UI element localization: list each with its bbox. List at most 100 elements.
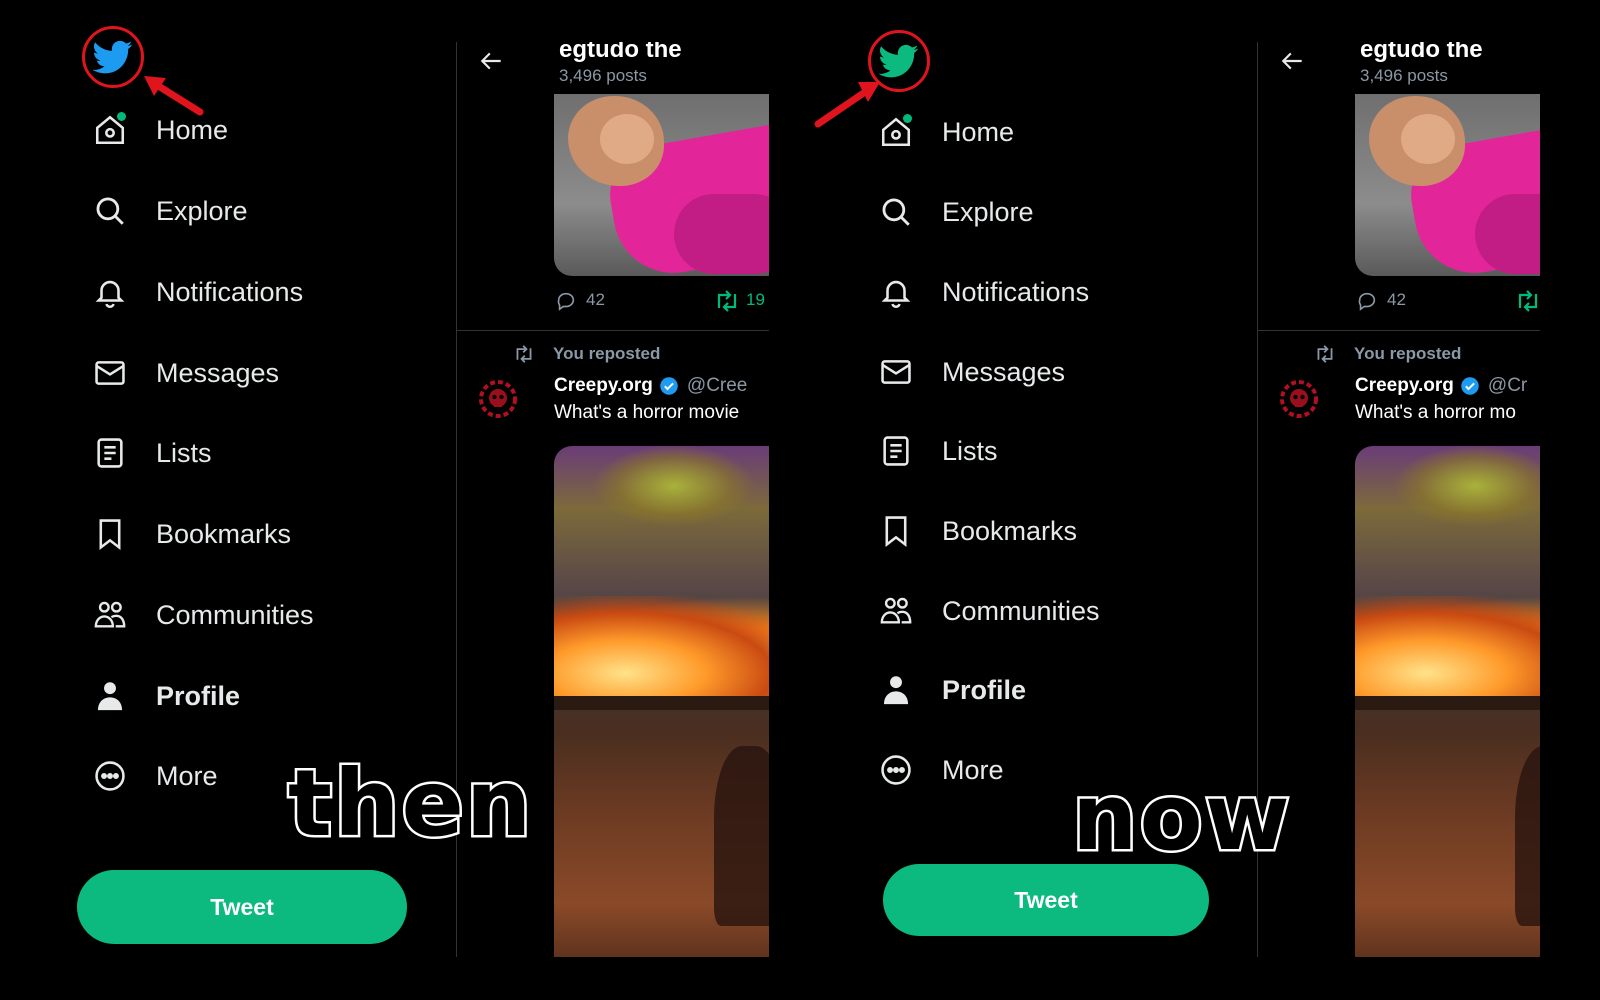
tweet-button[interactable]: Tweet	[883, 864, 1209, 936]
sidebar-item-explore[interactable]: Explore	[90, 181, 410, 241]
sidebar-item-label: Bookmarks	[156, 518, 292, 549]
sidebar-item-bookmarks[interactable]: Bookmarks	[90, 504, 410, 564]
sidebar-item-label: Communities	[156, 599, 314, 630]
sidebar-item-bookmarks[interactable]: Bookmarks	[876, 501, 1196, 561]
list-icon	[90, 433, 130, 473]
bell-icon	[90, 272, 130, 312]
sidebar-item-label: Explore	[156, 195, 248, 226]
author-name[interactable]: Creepy.org	[1355, 375, 1454, 397]
sidebar-item-label: Notifications	[156, 276, 304, 307]
sidebar-item-lists[interactable]: Lists	[876, 421, 1196, 481]
repost-indicator: You reposted	[1314, 342, 1461, 366]
overlay-word-now: now	[1070, 764, 1293, 871]
reply-icon[interactable]	[554, 290, 578, 312]
sidebar-item-lists[interactable]: Lists	[90, 423, 410, 483]
tweet-separator	[1258, 330, 1540, 331]
search-icon	[90, 191, 130, 231]
tweet-actions: 42 19	[554, 286, 769, 316]
tweet-separator	[457, 330, 769, 331]
sidebar-item-home[interactable]: Home	[876, 102, 1196, 162]
sidebar-item-label: Bookmarks	[942, 515, 1078, 546]
person-icon	[90, 676, 130, 716]
retweet-count: 19	[746, 290, 765, 309]
profile-name-header: egtudo the	[1360, 42, 1483, 63]
bookmark-icon	[876, 511, 916, 551]
image-sleeve-shadow	[674, 194, 769, 274]
avatar[interactable]	[475, 376, 521, 422]
sidebar-item-notifications[interactable]: Notifications	[876, 262, 1196, 322]
author-name[interactable]: Creepy.org	[554, 375, 653, 397]
sidebar-item-label: Notifications	[942, 276, 1090, 307]
post-count: 3,496 posts	[1360, 66, 1448, 85]
sidebar-item-communities[interactable]: Communities	[876, 581, 1196, 641]
sidebar-item-label: More	[156, 760, 218, 791]
reply-count: 42	[586, 290, 605, 309]
sidebar-item-label: Profile	[942, 674, 1027, 705]
reply-count: 42	[1387, 290, 1406, 309]
reply-icon[interactable]	[1355, 290, 1379, 312]
sidebar-item-label: Profile	[156, 680, 241, 711]
overlay-word-then: then	[285, 750, 534, 857]
tweet-media-image[interactable]	[1355, 94, 1540, 276]
sidebar-item-label: More	[942, 754, 1004, 785]
feed-header: egtudo the 3,496 posts	[457, 42, 769, 94]
bookmark-icon	[90, 514, 130, 554]
repost-text: You reposted	[553, 344, 661, 363]
retweet-icon[interactable]	[714, 290, 740, 312]
profile-name-header: egtudo the	[559, 42, 682, 63]
image-fire	[1355, 596, 1540, 706]
people-icon	[90, 595, 130, 635]
back-arrow-icon[interactable]	[1280, 48, 1306, 74]
more-circle-icon	[876, 750, 916, 790]
sidebar-item-label: Lists	[156, 437, 212, 468]
sidebar-item-label: Lists	[942, 435, 998, 466]
image-figure	[714, 746, 769, 926]
tweet-media-image[interactable]	[554, 94, 769, 276]
tweet-author: Creepy.org @Cree	[554, 372, 747, 400]
image-pier	[1355, 696, 1540, 710]
tweet-media-image[interactable]	[1355, 446, 1540, 957]
image-smoke	[594, 446, 754, 526]
twitter-bird-icon[interactable]	[82, 26, 144, 88]
image-palm	[1401, 114, 1455, 164]
sidebar-item-explore[interactable]: Explore	[876, 182, 1196, 242]
mail-icon	[876, 352, 916, 392]
image-pier	[554, 696, 769, 710]
bird-logo-green	[877, 41, 921, 81]
verified-badge-icon	[1460, 376, 1480, 396]
tweet-media-image[interactable]	[554, 446, 769, 957]
mail-icon	[90, 353, 130, 393]
list-icon	[876, 431, 916, 471]
sidebar-item-label: Messages	[156, 357, 280, 388]
author-handle[interactable]: @Cr	[1488, 375, 1527, 397]
image-hand	[568, 96, 664, 186]
sidebar-item-profile[interactable]: Profile	[876, 660, 1196, 720]
repost-icon	[513, 345, 535, 363]
retweet-icon[interactable]	[1515, 290, 1540, 312]
notification-dot	[903, 114, 912, 123]
avatar[interactable]	[1276, 376, 1322, 422]
annotation-arrow-left	[144, 76, 204, 116]
post-count: 3,496 posts	[559, 66, 647, 85]
sidebar-item-messages[interactable]: Messages	[90, 343, 410, 403]
tweet-button[interactable]: Tweet	[77, 870, 407, 944]
sidebar-item-communities[interactable]: Communities	[90, 585, 410, 645]
image-fire	[554, 596, 769, 706]
more-circle-icon	[90, 756, 130, 796]
tweet-text: What's a horror mo	[1355, 402, 1516, 423]
annotation-arrow-right	[814, 82, 880, 128]
back-arrow-icon[interactable]	[479, 48, 505, 74]
image-figure	[1515, 746, 1540, 926]
verified-badge-icon	[659, 376, 679, 396]
repost-text: You reposted	[1354, 344, 1462, 363]
sidebar-item-profile[interactable]: Profile	[90, 666, 410, 726]
feed-header: egtudo the 3,496 posts	[1258, 42, 1540, 94]
sidebar-item-label: Home	[942, 116, 1015, 147]
sidebar-item-label: Communities	[942, 595, 1100, 626]
sidebar-item-notifications[interactable]: Notifications	[90, 262, 410, 322]
author-handle[interactable]: @Cree	[687, 375, 747, 397]
image-smoke	[1395, 446, 1540, 526]
search-icon	[876, 192, 916, 232]
notification-dot	[117, 112, 126, 121]
sidebar-item-messages[interactable]: Messages	[876, 342, 1196, 402]
